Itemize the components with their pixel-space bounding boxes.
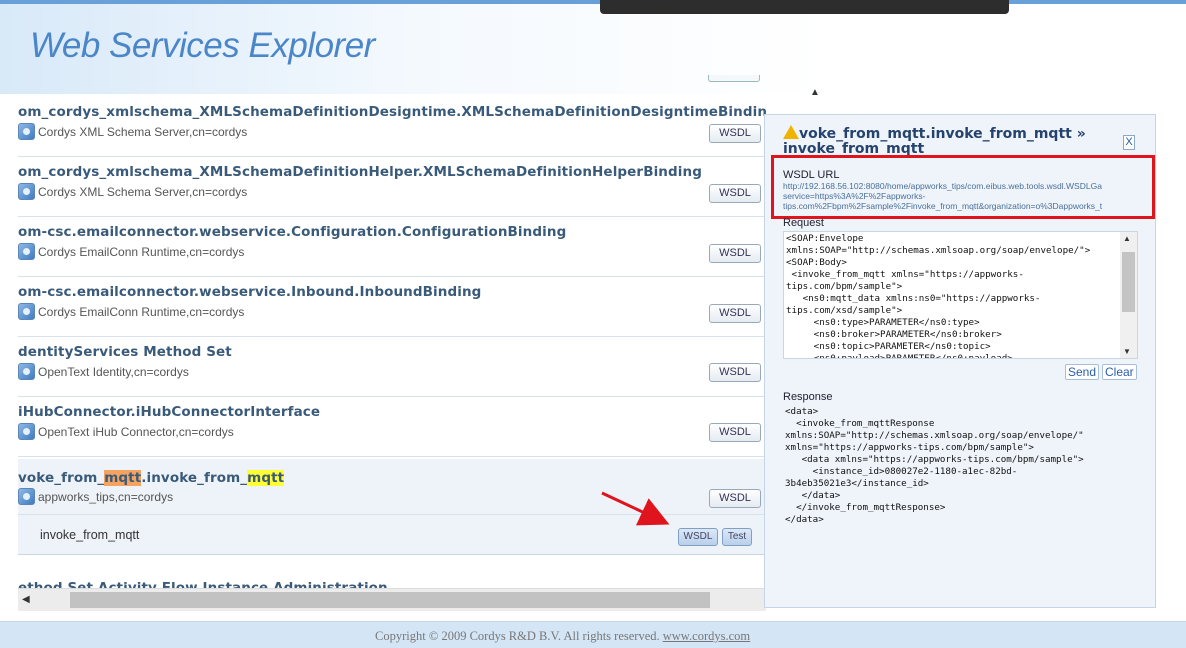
service-org: Cordys EmailConn Runtime,cn=cordys xyxy=(38,244,245,259)
footer: Copyright © 2009 Cordys R&D B.V. All rig… xyxy=(0,621,1186,648)
search-highlight-yellow: mqtt xyxy=(247,470,285,486)
organization-icon xyxy=(18,183,35,200)
footer-link[interactable]: www.cordys.com xyxy=(663,629,750,643)
request-vertical-scrollbar[interactable]: ▲ ▼ xyxy=(1120,232,1137,358)
horizontal-scrollbar[interactable]: ◀ xyxy=(18,588,766,611)
wsdl-button[interactable]: WSDL xyxy=(709,184,761,203)
service-name[interactable]: om_cordys_xmlschema_XMLSchemaDefinitionD… xyxy=(18,104,766,120)
wsdl-button[interactable]: WSDL xyxy=(709,304,761,323)
close-button[interactable]: X xyxy=(1123,135,1135,150)
service-name[interactable]: voke_from_mqtt.invoke_from_mqtt xyxy=(18,470,285,486)
copyright-text: Copyright © 2009 Cordys R&D B.V. All rig… xyxy=(375,629,660,643)
organization-icon xyxy=(18,303,35,320)
service-org: Cordys EmailConn Runtime,cn=cordys xyxy=(38,304,245,319)
search-highlight-orange: mqtt xyxy=(104,470,142,486)
wsdl-button[interactable]: WSDL xyxy=(709,489,761,508)
service-name[interactable]: om_cordys_xmlschema_XMLSchemaDefinitionH… xyxy=(18,164,702,180)
partial-button-stub[interactable] xyxy=(708,75,760,82)
service-name[interactable]: iHubConnector.iHubConnectorInterface xyxy=(18,404,320,420)
wsdl-button[interactable]: WSDL xyxy=(709,244,761,263)
overlay-toolbar xyxy=(600,0,1009,14)
scroll-left-arrow-icon[interactable]: ◀ xyxy=(22,594,30,605)
scroll-up-arrow-icon[interactable]: ▲ xyxy=(805,83,825,103)
service-org: OpenText iHub Connector,cn=cordys xyxy=(38,424,234,439)
service-row[interactable]: dentityServices Method Set OpenText Iden… xyxy=(18,339,766,397)
service-row[interactable]: om_cordys_xmlschema_XMLSchemaDefinitionH… xyxy=(18,159,766,217)
response-xml: <data> <invoke_from_mqttResponse xmlns:S… xyxy=(785,406,1084,525)
service-name[interactable]: om-csc.emailconnector.webservice.Configu… xyxy=(18,224,566,240)
service-org: Cordys XML Schema Server,cn=cordys xyxy=(38,124,248,139)
operation-test-button[interactable]: Test xyxy=(722,528,752,546)
operation-row[interactable]: invoke_from_mqtt WSDL Test xyxy=(18,515,766,555)
clear-button[interactable]: Clear xyxy=(1102,364,1137,380)
service-row[interactable]: om-csc.emailconnector.webservice.Configu… xyxy=(18,219,766,277)
scrollbar-thumb[interactable] xyxy=(1122,252,1135,312)
organization-icon xyxy=(18,488,35,505)
service-name[interactable]: om-csc.emailconnector.webservice.Inbound… xyxy=(18,284,481,300)
operation-detail-panel: voke_from_mqtt.invoke_from_mqtt » invoke… xyxy=(764,114,1156,608)
organization-icon xyxy=(18,243,35,260)
service-list-panel: om_cordys_xmlschema_XMLSchemaDefinitionD… xyxy=(0,75,768,611)
operation-wsdl-button[interactable]: WSDL xyxy=(678,528,718,546)
wsdl-button[interactable]: WSDL xyxy=(709,124,761,143)
organization-icon xyxy=(18,423,35,440)
annotation-highlight-box xyxy=(771,155,1155,219)
app-title: Web Services Explorer xyxy=(30,26,375,65)
service-org: appworks_tips,cn=cordys xyxy=(38,489,174,504)
service-row[interactable]: om_cordys_xmlschema_XMLSchemaDefinitionD… xyxy=(18,99,766,157)
service-row-selected[interactable]: voke_from_mqtt.invoke_from_mqtt appworks… xyxy=(18,459,766,515)
service-list: om_cordys_xmlschema_XMLSchemaDefinitionD… xyxy=(18,75,766,588)
service-org: Cordys XML Schema Server,cn=cordys xyxy=(38,184,248,199)
service-org: OpenText Identity,cn=cordys xyxy=(38,364,189,379)
service-row[interactable]: ethod Set Activity Flow Instance Adminis… xyxy=(18,575,766,588)
warning-icon xyxy=(783,125,799,139)
wsdl-button[interactable]: WSDL xyxy=(709,363,761,382)
request-textarea[interactable]: <SOAP:Envelope xmlns:SOAP="http://schema… xyxy=(783,231,1138,359)
wsdl-button[interactable]: WSDL xyxy=(709,423,761,442)
scroll-up-arrow-icon[interactable]: ▲ xyxy=(1123,234,1131,243)
send-button[interactable]: Send xyxy=(1065,364,1100,380)
organization-icon xyxy=(18,363,35,380)
service-row[interactable]: iHubConnector.iHubConnectorInterface Ope… xyxy=(18,399,766,457)
operation-name[interactable]: invoke_from_mqtt xyxy=(40,528,139,542)
request-xml[interactable]: <SOAP:Envelope xmlns:SOAP="http://schema… xyxy=(786,233,1120,358)
detail-title: voke_from_mqtt.invoke_from_mqtt » invoke… xyxy=(783,126,1086,157)
service-row[interactable]: om-csc.emailconnector.webservice.Inbound… xyxy=(18,279,766,337)
scroll-down-arrow-icon[interactable]: ▼ xyxy=(1123,347,1131,356)
organization-icon xyxy=(18,123,35,140)
service-name[interactable]: dentityServices Method Set xyxy=(18,344,232,360)
response-panel: <data> <invoke_from_mqttResponse xmlns:S… xyxy=(783,405,1138,525)
request-label: Request xyxy=(783,217,824,229)
service-name[interactable]: ethod Set Activity Flow Instance Adminis… xyxy=(18,580,388,588)
response-label: Response xyxy=(783,391,833,403)
scrollbar-thumb[interactable] xyxy=(70,592,710,608)
